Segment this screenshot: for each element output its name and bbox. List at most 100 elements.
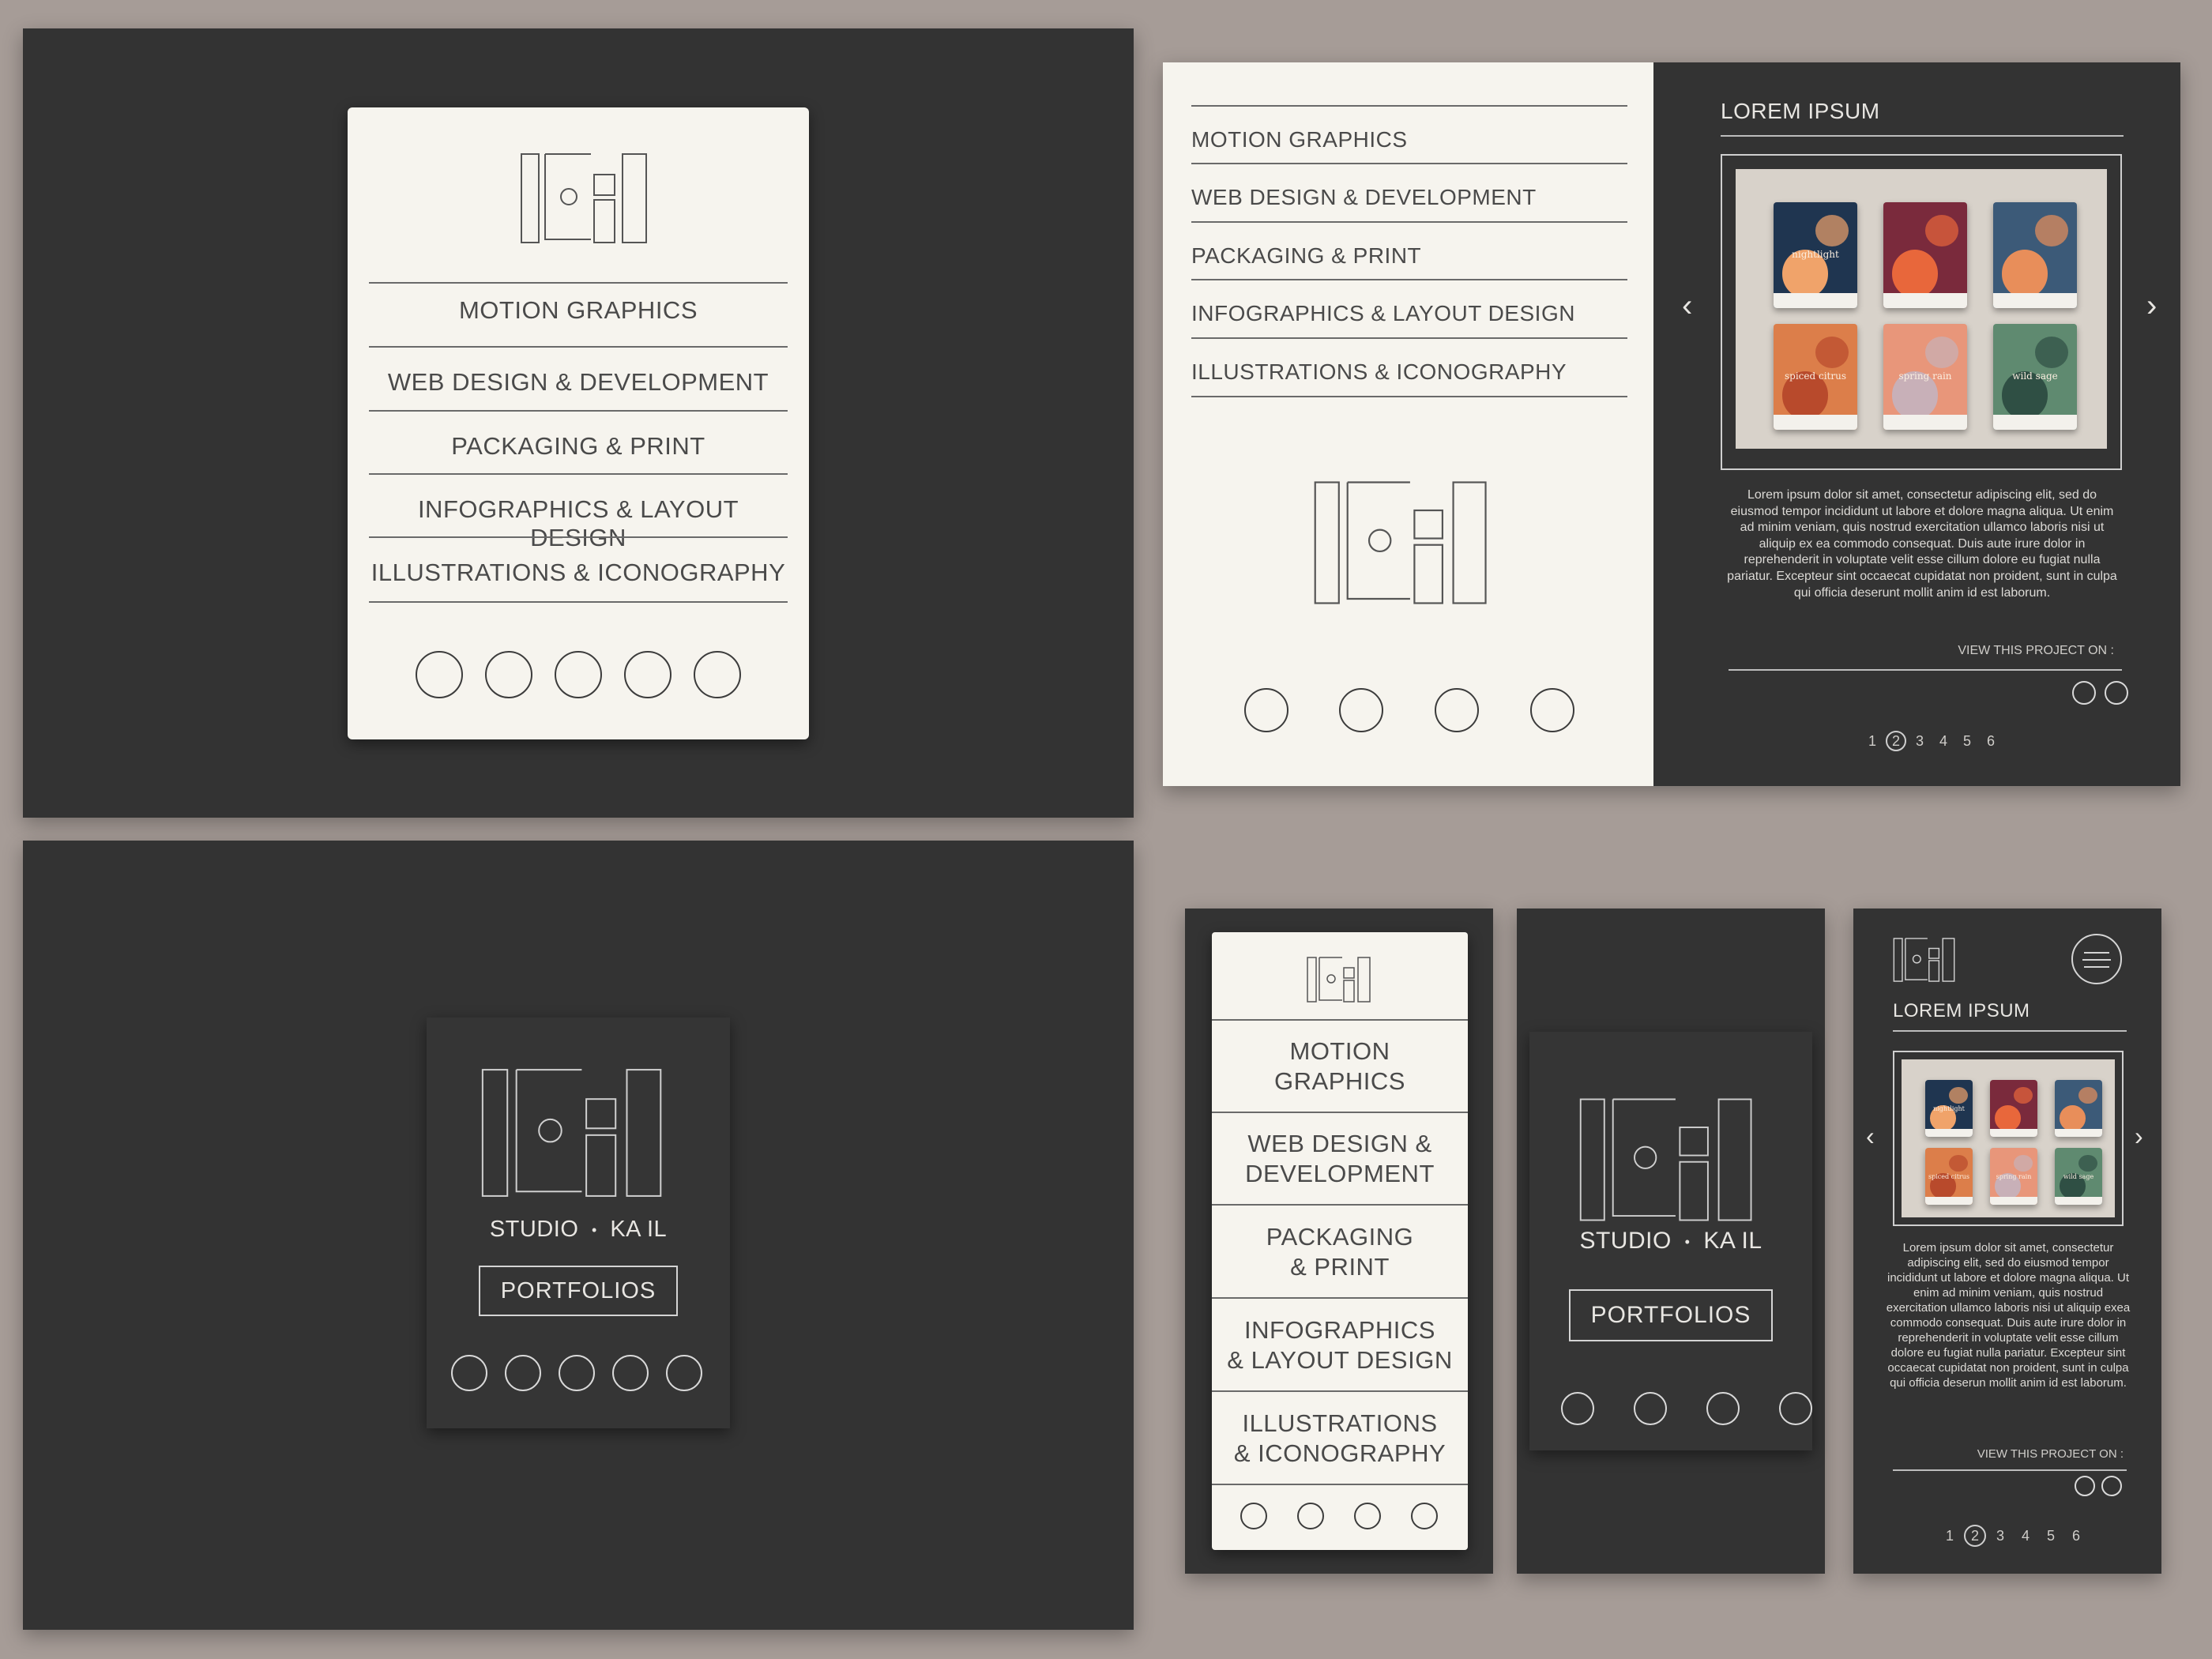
menu-list: MOTION GRAPHICS WEB DESIGN & DEVELOPMENT… (369, 282, 788, 606)
menu-item-web-design[interactable]: WEB DESIGN & DEVELOPMENT (369, 368, 788, 397)
mobile-item-packaging-print[interactable]: PACKAGING & PRINT (1212, 1222, 1468, 1282)
social-link-4[interactable] (612, 1355, 649, 1391)
mobile-item-motion-graphics[interactable]: MOTION GRAPHICS (1212, 1036, 1468, 1097)
menu-item-motion-graphics[interactable]: MOTION GRAPHICS (369, 296, 788, 325)
product-tile (1990, 1080, 2037, 1137)
social-link-2[interactable] (1297, 1503, 1324, 1529)
desktop-landing-screen: STUDIO • KA IL PORTFOLIOS (23, 841, 1134, 1630)
desktop-project-screen: MOTION GRAPHICS WEB DESIGN & DEVELOPMENT… (1163, 62, 2180, 786)
sidebar-menu: MOTION GRAPHICS WEB DESIGN & DEVELOPMENT… (1191, 105, 1627, 461)
social-link-1[interactable] (1244, 688, 1288, 732)
project-description: Lorem ipsum dolor sit amet, consectetur … (1886, 1241, 2131, 1390)
social-link-3[interactable] (1435, 688, 1479, 732)
mobile-project-screen: LOREM IPSUM nightlight spiced citrus sprin… (1853, 908, 2161, 1574)
gallery-next-icon[interactable]: › (2146, 290, 2157, 322)
product-label: wild sage (2063, 1172, 2094, 1180)
studio-logo-icon[interactable] (480, 1065, 665, 1201)
product-label: spring rain (1898, 370, 1952, 382)
project-link-2[interactable] (2101, 1476, 2122, 1496)
portfolios-button[interactable]: PORTFOLIOS (479, 1266, 678, 1316)
sidebar-item-motion-graphics[interactable]: MOTION GRAPHICS (1191, 127, 1627, 152)
sidebar-item-web-design[interactable]: WEB DESIGN & DEVELOPMENT (1191, 185, 1627, 210)
page-2-link[interactable]: 2 (1964, 1525, 1986, 1547)
page-1-link[interactable]: 1 (1939, 1526, 1961, 1548)
social-link-4[interactable] (1530, 688, 1574, 732)
page-6-link[interactable]: 6 (2065, 1526, 2087, 1548)
project-gallery-frame: nightlight spiced citrus spring rain wild s… (1893, 1051, 2124, 1226)
studio-logo-icon[interactable] (1307, 956, 1371, 1003)
brand-name-left: STUDIO (489, 1217, 579, 1242)
studio-logo-icon[interactable] (520, 151, 649, 246)
mobile-item-web-design[interactable]: WEB DESIGN & DEVELOPMENT (1212, 1129, 1468, 1189)
project-title: LOREM IPSUM (1893, 1000, 2030, 1021)
social-link-1[interactable] (1240, 1503, 1267, 1529)
page-3-link[interactable]: 3 (1909, 732, 1930, 753)
studio-logo-icon[interactable] (1893, 937, 1956, 983)
social-link-3[interactable] (1354, 1503, 1381, 1529)
project-link-1[interactable] (2075, 1476, 2095, 1496)
page-4-link[interactable]: 4 (1933, 732, 1954, 753)
menu-item-packaging-print[interactable]: PACKAGING & PRINT (369, 432, 788, 461)
product-tile (1993, 202, 2077, 308)
project-link-2[interactable] (2105, 681, 2128, 705)
view-project-label: VIEW THIS PROJECT ON : (1977, 1447, 2124, 1461)
page-1-link[interactable]: 1 (1862, 732, 1883, 753)
social-link-4[interactable] (1779, 1392, 1812, 1425)
social-link-3[interactable] (559, 1355, 595, 1391)
hamburger-menu-icon[interactable] (2071, 934, 2122, 984)
pagination: 123456 (1862, 731, 2004, 753)
project-link-1[interactable] (2072, 681, 2096, 705)
menu-item-infographics[interactable]: INFOGRAPHICS & LAYOUT DESIGN (369, 495, 788, 552)
social-link-4[interactable] (1411, 1503, 1438, 1529)
menu-item-illustrations[interactable]: ILLUSTRATIONS & ICONOGRAPHY (369, 559, 788, 587)
brand-name-left: STUDIO (1579, 1228, 1672, 1254)
desktop-menu-screen: MOTION GRAPHICS WEB DESIGN & DEVELOPMENT… (23, 28, 1134, 818)
product-tile: nightlight (1774, 202, 1857, 308)
project-gallery-image[interactable]: nightlight spiced citrus spring rain wild s… (1736, 169, 2107, 449)
product-label: nightlight (1792, 248, 1839, 260)
gallery-prev-icon[interactable]: ‹ (1682, 290, 1692, 322)
social-link-1[interactable] (1561, 1392, 1594, 1425)
studio-logo-icon[interactable] (1578, 1095, 1755, 1224)
product-tile: spring rain (1990, 1148, 2037, 1205)
social-link-1[interactable] (416, 651, 463, 698)
project-sidebar: MOTION GRAPHICS WEB DESIGN & DEVELOPMENT… (1163, 62, 1653, 786)
mobile-item-infographics[interactable]: INFOGRAPHICS & LAYOUT DESIGN (1212, 1315, 1468, 1375)
social-link-2[interactable] (1339, 688, 1383, 732)
page-4-link[interactable]: 4 (2014, 1526, 2037, 1548)
page-6-link[interactable]: 6 (1981, 732, 2001, 753)
brand-name-right: KA IL (610, 1217, 668, 1242)
gallery-prev-icon[interactable]: ‹ (1866, 1123, 1875, 1149)
social-link-2[interactable] (485, 651, 532, 698)
social-link-1[interactable] (451, 1355, 487, 1391)
mobile-landing-card: STUDIO • KA IL PORTFOLIOS (1529, 1032, 1812, 1450)
social-link-3[interactable] (555, 651, 602, 698)
page-2-link[interactable]: 2 (1886, 731, 1906, 751)
product-tile (1883, 202, 1967, 308)
project-detail: LOREM IPSUM nightlight spiced citrus sprin… (1653, 62, 2180, 786)
sidebar-item-infographics[interactable]: INFOGRAPHICS & LAYOUT DESIGN (1191, 301, 1627, 326)
product-label: spring rain (1996, 1172, 2032, 1180)
studio-logo-icon[interactable] (1313, 478, 1490, 608)
social-link-4[interactable] (624, 651, 672, 698)
mobile-item-illustrations[interactable]: ILLUSTRATIONS & ICONOGRAPHY (1212, 1409, 1468, 1469)
page-5-link[interactable]: 5 (1957, 732, 1977, 753)
gallery-next-icon[interactable]: › (2135, 1123, 2143, 1149)
product-label: spiced citrus (1785, 370, 1846, 382)
social-link-2[interactable] (1634, 1392, 1667, 1425)
sidebar-item-illustrations[interactable]: ILLUSTRATIONS & ICONOGRAPHY (1191, 359, 1627, 385)
brand-name: STUDIO • KA IL (1529, 1228, 1812, 1255)
social-link-3[interactable] (1706, 1392, 1740, 1425)
landing-card: STUDIO • KA IL PORTFOLIOS (427, 1018, 730, 1428)
social-link-2[interactable] (505, 1355, 541, 1391)
view-project-label: VIEW THIS PROJECT ON : (1958, 644, 2114, 657)
sidebar-item-packaging-print[interactable]: PACKAGING & PRINT (1191, 243, 1627, 269)
page-5-link[interactable]: 5 (2040, 1526, 2062, 1548)
social-link-5[interactable] (666, 1355, 702, 1391)
product-tile: wild sage (1993, 324, 2077, 430)
social-link-5[interactable] (694, 651, 741, 698)
portfolios-button[interactable]: PORTFOLIOS (1569, 1289, 1773, 1341)
product-label: nightlight (1933, 1104, 1965, 1112)
project-gallery-image[interactable]: nightlight spiced citrus spring rain wild s… (1902, 1059, 2115, 1217)
page-3-link[interactable]: 3 (1989, 1526, 2011, 1548)
